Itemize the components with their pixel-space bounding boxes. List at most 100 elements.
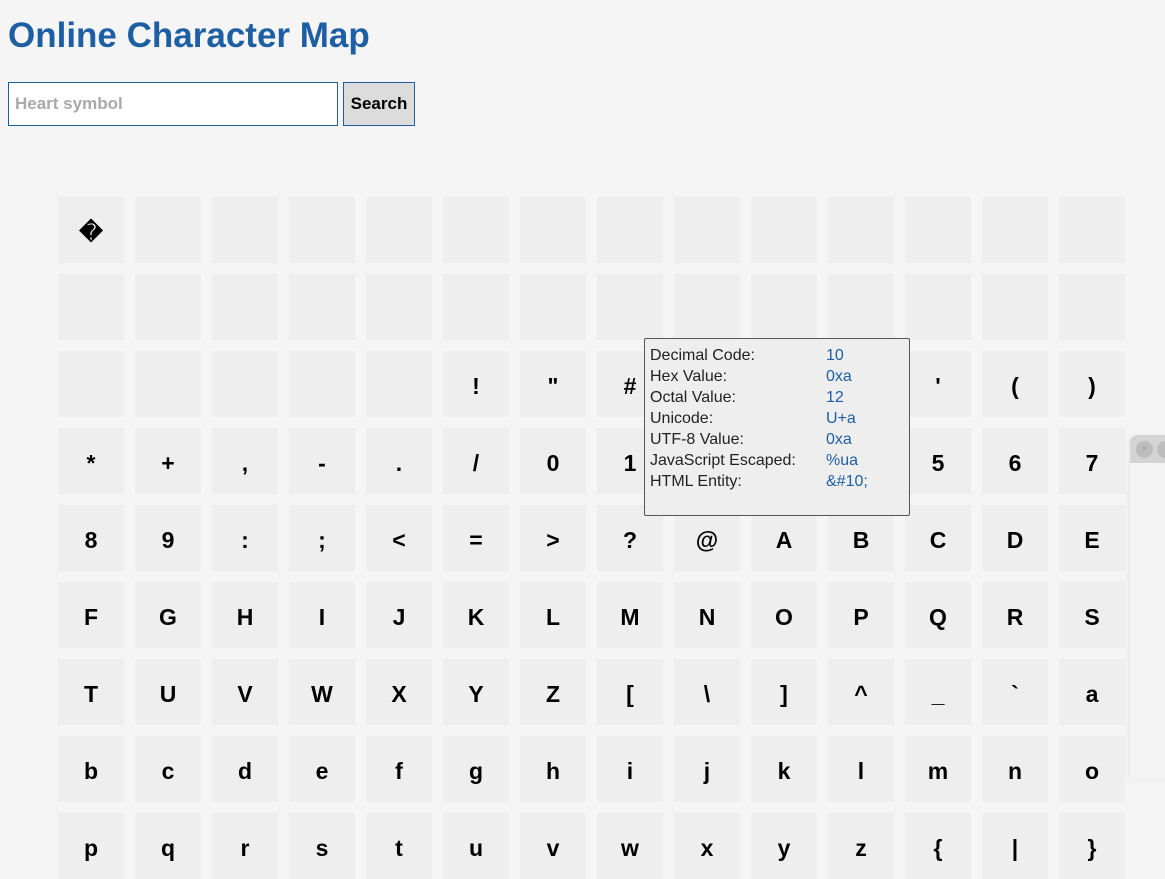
character-cell[interactable]: S <box>1059 582 1125 648</box>
character-cell[interactable]: } <box>1059 813 1125 879</box>
character-cell[interactable] <box>905 197 971 263</box>
character-cell[interactable]: O <box>751 582 817 648</box>
character-cell[interactable]: ! <box>443 351 509 417</box>
character-cell[interactable]: ( <box>982 351 1048 417</box>
character-cell[interactable]: d <box>212 736 278 802</box>
character-cell[interactable] <box>597 274 663 340</box>
character-cell[interactable]: 6 <box>982 428 1048 494</box>
character-cell[interactable] <box>58 274 124 340</box>
character-cell[interactable]: = <box>443 505 509 571</box>
search-button[interactable]: Search <box>343 82 415 126</box>
character-cell[interactable] <box>135 274 201 340</box>
character-cell[interactable]: N <box>674 582 740 648</box>
character-cell[interactable]: m <box>905 736 971 802</box>
character-cell[interactable]: G <box>135 582 201 648</box>
character-cell[interactable] <box>135 351 201 417</box>
character-cell[interactable]: 7 <box>1059 428 1125 494</box>
character-cell[interactable]: g <box>443 736 509 802</box>
character-cell[interactable] <box>751 274 817 340</box>
character-cell[interactable]: " <box>520 351 586 417</box>
character-cell[interactable]: 8 <box>58 505 124 571</box>
character-cell[interactable]: < <box>366 505 432 571</box>
character-cell[interactable]: D <box>982 505 1048 571</box>
character-cell[interactable]: I <box>289 582 355 648</box>
character-cell[interactable] <box>674 197 740 263</box>
character-cell[interactable]: : <box>212 505 278 571</box>
character-cell[interactable]: ) <box>1059 351 1125 417</box>
character-cell[interactable]: W <box>289 659 355 725</box>
character-cell[interactable]: u <box>443 813 509 879</box>
character-cell[interactable]: k <box>751 736 817 802</box>
character-cell[interactable]: * <box>58 428 124 494</box>
character-cell[interactable]: 9 <box>135 505 201 571</box>
character-cell[interactable]: T <box>58 659 124 725</box>
character-cell[interactable] <box>443 197 509 263</box>
character-cell[interactable] <box>289 197 355 263</box>
character-cell[interactable] <box>982 197 1048 263</box>
character-cell[interactable]: \ <box>674 659 740 725</box>
character-cell[interactable]: X <box>366 659 432 725</box>
character-cell[interactable]: Z <box>520 659 586 725</box>
character-cell[interactable]: , <box>212 428 278 494</box>
character-cell[interactable] <box>366 351 432 417</box>
character-cell[interactable] <box>751 197 817 263</box>
search-input[interactable] <box>8 82 338 126</box>
character-cell[interactable]: s <box>289 813 355 879</box>
character-cell[interactable] <box>58 351 124 417</box>
character-cell[interactable]: r <box>212 813 278 879</box>
character-cell[interactable] <box>289 351 355 417</box>
character-cell[interactable]: t <box>366 813 432 879</box>
character-cell[interactable] <box>212 197 278 263</box>
minimize-icon[interactable] <box>1157 440 1165 458</box>
character-cell[interactable]: b <box>58 736 124 802</box>
character-cell[interactable]: P <box>828 582 894 648</box>
character-cell[interactable]: ] <box>751 659 817 725</box>
character-cell[interactable] <box>905 274 971 340</box>
character-cell[interactable]: ' <box>905 351 971 417</box>
character-cell[interactable] <box>828 197 894 263</box>
character-cell[interactable]: o <box>1059 736 1125 802</box>
character-cell[interactable]: h <box>520 736 586 802</box>
character-cell[interactable]: n <box>982 736 1048 802</box>
character-cell[interactable]: y <box>751 813 817 879</box>
character-cell[interactable]: | <box>982 813 1048 879</box>
character-cell[interactable] <box>289 274 355 340</box>
character-cell[interactable] <box>520 274 586 340</box>
character-cell[interactable]: j <box>674 736 740 802</box>
character-cell[interactable] <box>212 274 278 340</box>
character-cell[interactable]: > <box>520 505 586 571</box>
character-cell[interactable]: v <box>520 813 586 879</box>
character-cell[interactable]: ^ <box>828 659 894 725</box>
character-cell[interactable]: 0 <box>520 428 586 494</box>
character-cell[interactable] <box>982 274 1048 340</box>
character-cell[interactable] <box>674 274 740 340</box>
character-cell[interactable] <box>366 274 432 340</box>
character-cell[interactable] <box>212 351 278 417</box>
character-cell[interactable]: � <box>58 197 124 263</box>
character-cell[interactable] <box>443 274 509 340</box>
character-cell[interactable]: ` <box>982 659 1048 725</box>
character-cell[interactable] <box>1059 197 1125 263</box>
character-cell[interactable]: C <box>905 505 971 571</box>
character-cell[interactable]: p <box>58 813 124 879</box>
character-cell[interactable]: L <box>520 582 586 648</box>
character-cell[interactable] <box>520 197 586 263</box>
character-cell[interactable]: q <box>135 813 201 879</box>
character-cell[interactable]: _ <box>905 659 971 725</box>
character-cell[interactable]: c <box>135 736 201 802</box>
character-cell[interactable]: x <box>674 813 740 879</box>
character-cell[interactable]: M <box>597 582 663 648</box>
character-cell[interactable] <box>366 197 432 263</box>
character-cell[interactable]: f <box>366 736 432 802</box>
character-cell[interactable]: e <box>289 736 355 802</box>
character-cell[interactable]: i <box>597 736 663 802</box>
character-cell[interactable]: + <box>135 428 201 494</box>
character-cell[interactable]: 5 <box>905 428 971 494</box>
character-cell[interactable]: / <box>443 428 509 494</box>
character-cell[interactable]: Q <box>905 582 971 648</box>
character-cell[interactable]: F <box>58 582 124 648</box>
character-cell[interactable]: E <box>1059 505 1125 571</box>
character-cell[interactable]: J <box>366 582 432 648</box>
character-cell[interactable]: w <box>597 813 663 879</box>
character-cell[interactable]: a <box>1059 659 1125 725</box>
